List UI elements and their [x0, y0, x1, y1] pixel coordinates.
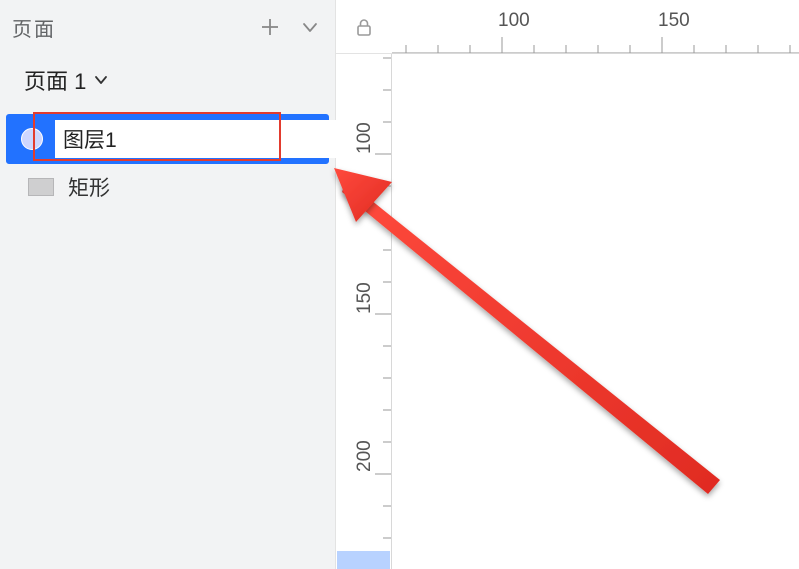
h-ruler-ticks	[392, 31, 799, 53]
lock-icon	[353, 16, 375, 38]
rectangle-icon	[28, 178, 54, 196]
lock-toggle[interactable]	[336, 0, 392, 54]
v-ruler-label-200: 200	[354, 440, 376, 472]
layer-rename-input[interactable]	[55, 120, 342, 158]
canvas[interactable]	[392, 54, 799, 569]
v-ruler-label-150: 150	[354, 282, 376, 314]
horizontal-ruler[interactable]: 100 150	[392, 0, 799, 54]
chevron-down-icon[interactable]	[299, 16, 321, 38]
mask-icon	[21, 128, 43, 150]
layer-label: 矩形	[68, 172, 110, 202]
layer-row-selected[interactable]	[6, 114, 329, 164]
page-selector[interactable]: 页面 1	[0, 54, 335, 108]
v-ruler-selection-indicator	[337, 551, 390, 569]
vertical-ruler[interactable]: 100 150 200	[336, 54, 392, 569]
caret-down-icon	[92, 71, 110, 89]
h-ruler-label-100: 100	[498, 10, 530, 32]
panel-header: 页面	[0, 0, 335, 54]
h-ruler-label-150: 150	[658, 10, 690, 32]
layer-row-rectangle[interactable]: 矩形	[0, 164, 335, 210]
v-ruler-label-100: 100	[354, 122, 376, 154]
pages-panel: 页面 页面 1 矩形	[0, 0, 336, 569]
plus-icon[interactable]	[259, 16, 281, 38]
page-label: 页面 1	[24, 64, 86, 96]
panel-title: 页面	[12, 13, 56, 42]
